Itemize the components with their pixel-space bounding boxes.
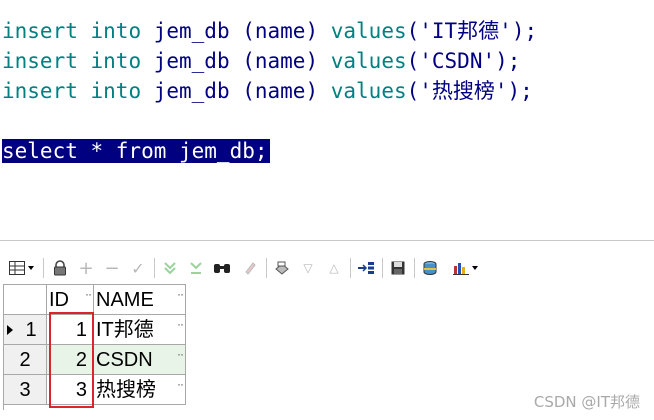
keyword: insert <box>2 19 78 43</box>
code-text: ('IT邦德'); <box>406 19 538 43</box>
database-icon[interactable] <box>420 257 440 279</box>
pane-divider[interactable] <box>0 240 654 241</box>
keyword: values <box>330 79 407 103</box>
column-menu-icon[interactable]: ·· <box>85 285 92 309</box>
keyword: into <box>90 79 142 103</box>
column-header-label: ID <box>49 289 69 311</box>
column-header-label: NAME <box>96 289 154 311</box>
keyword: values <box>330 19 407 43</box>
row-number: 1 <box>25 319 37 341</box>
grid-menu-icon[interactable] <box>6 257 36 279</box>
cell-name[interactable]: CSDN ·· <box>94 345 186 375</box>
selected-query[interactable]: select * from jem_db; <box>2 139 270 163</box>
post-edit-icon[interactable]: ✓ <box>128 257 148 279</box>
save-icon[interactable] <box>388 257 408 279</box>
code-text: jem_db (name) <box>141 79 331 103</box>
row-header[interactable]: 2 <box>4 345 47 375</box>
delete-record-icon[interactable]: − <box>102 257 122 279</box>
code-line-selected[interactable]: select * from jem_db; <box>2 138 270 164</box>
row-header[interactable]: 1 <box>4 315 47 345</box>
grid-corner[interactable] <box>4 285 47 315</box>
cell-value: 热搜榜 <box>96 379 156 401</box>
watermark: CSDN @IT邦德 <box>533 393 640 411</box>
print-icon[interactable] <box>272 257 292 279</box>
keyword: insert <box>2 49 78 73</box>
code-line-1[interactable]: insert into jem_db (name) values('IT邦德')… <box>2 18 537 44</box>
add-record-icon[interactable]: + <box>76 257 96 279</box>
current-row-arrow-icon <box>7 325 13 335</box>
cell-editor-icon[interactable]: ·· <box>177 345 184 369</box>
lock-icon[interactable] <box>50 257 70 279</box>
result-grid: ID ·· NAME ·· 1 1 IT邦德 ·· 2 2 CSDN ·· 3 3 热搜… <box>3 284 186 410</box>
code-text: ('热搜榜'); <box>406 79 533 103</box>
export-icon[interactable] <box>356 257 376 279</box>
cell-editor-icon[interactable]: ·· <box>177 315 184 339</box>
chart-icon[interactable] <box>448 257 482 279</box>
code-text: jem_db (name) <box>141 49 331 73</box>
keyword: into <box>90 49 142 73</box>
keyword: insert <box>2 79 78 103</box>
cell-name[interactable]: 热搜榜 ·· <box>94 375 186 405</box>
cell-name[interactable]: IT邦德 ·· <box>94 315 186 345</box>
keyword: into <box>90 19 142 43</box>
sort-descending-icon[interactable]: ▽ <box>298 257 318 279</box>
clear-filter-icon[interactable] <box>186 257 206 279</box>
cell-editor-icon[interactable]: ·· <box>177 375 184 399</box>
column-menu-icon[interactable]: ·· <box>177 285 184 309</box>
cell-value: IT邦德 <box>96 319 154 341</box>
find-icon[interactable] <box>212 257 232 279</box>
code-text: jem_db (name) <box>141 19 331 43</box>
sql-editor[interactable]: insert into jem_db (name) values('IT邦德')… <box>0 0 654 240</box>
clear-icon[interactable] <box>240 257 260 279</box>
keyword: values <box>330 49 407 73</box>
sort-ascending-icon[interactable]: △ <box>324 257 344 279</box>
id-column-highlight <box>49 312 94 408</box>
code-text: ('CSDN'); <box>406 49 521 73</box>
row-header[interactable]: 3 <box>4 375 47 405</box>
query-by-example-icon[interactable] <box>160 257 180 279</box>
cell-value: CSDN <box>96 349 153 371</box>
code-line-2[interactable]: insert into jem_db (name) values('CSDN')… <box>2 48 520 74</box>
code-line-3[interactable]: insert into jem_db (name) values('热搜榜'); <box>2 78 533 104</box>
column-header-name[interactable]: NAME ·· <box>94 285 186 315</box>
column-header-id[interactable]: ID ·· <box>47 285 94 315</box>
result-toolbar: + − ✓ ▽ △ <box>0 254 654 282</box>
